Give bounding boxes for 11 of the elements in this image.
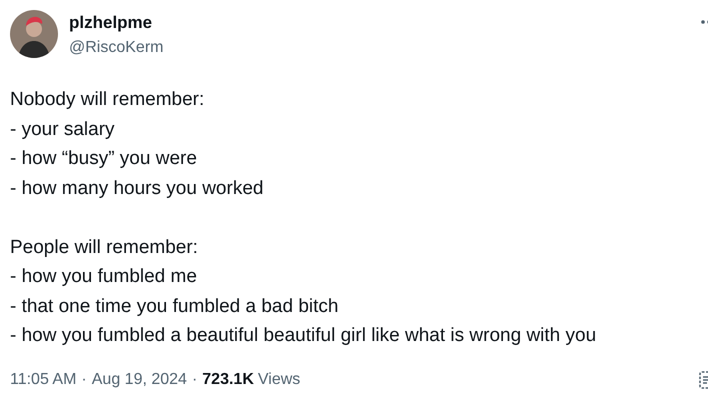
avatar[interactable] bbox=[10, 10, 58, 58]
separator-dot: · bbox=[81, 370, 87, 388]
views-label: Views bbox=[258, 370, 300, 388]
view-count: 723.1K bbox=[202, 370, 254, 388]
date-link[interactable]: Aug 19, 2024 bbox=[92, 370, 187, 388]
tweet-text: People will remember: - how you fumbled me - that one time you fumbled a bad bitch - how you fumbled a beautiful beautiful girl like what is wrong with you bbox=[10, 236, 598, 348]
tweet-text: Nobody will remember: - your salary - how “busy” you were - how many hours you worked bbox=[10, 88, 264, 200]
username[interactable]: @RiscoKerm bbox=[69, 38, 164, 58]
separator-dot: · bbox=[192, 370, 198, 388]
display-name[interactable]: plzhelpme bbox=[69, 13, 164, 33]
timestamp-link[interactable]: 11:05 AM bbox=[10, 370, 76, 388]
